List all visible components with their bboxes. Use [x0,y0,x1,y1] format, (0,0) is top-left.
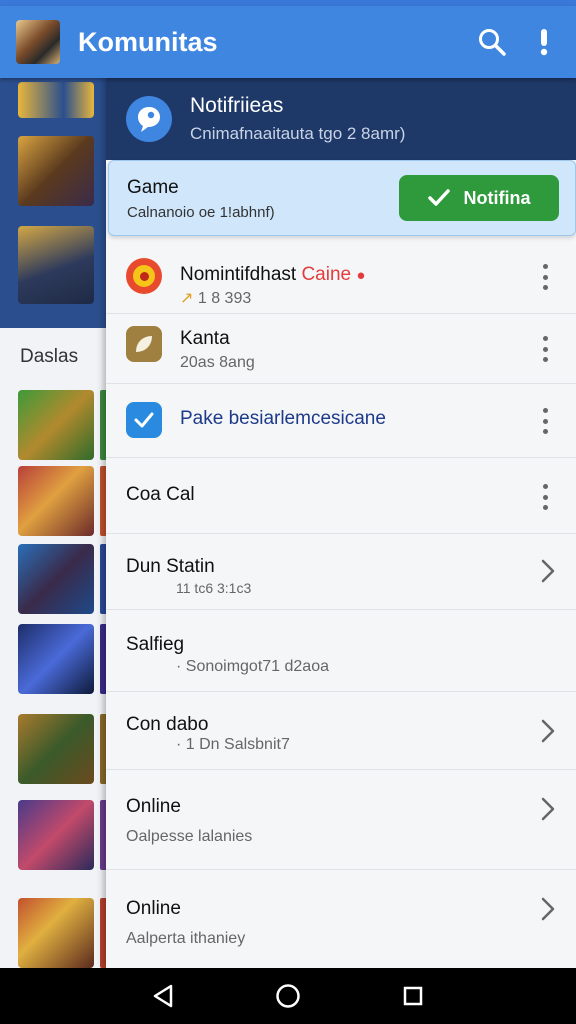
notification-list: Nomintifdhast Caine ● ↗ 1 8 393 Kanta 20… [106,238,576,968]
notification-drawer: Notifriieas Cnimafnaaitauta tgo 2 8amr) … [106,78,576,968]
drawer-subtitle: Cnimafnaaitauta tgo 2 8amr) [190,124,406,143]
app-title: Komunitas [78,26,218,57]
list-item-title: Pake besiarlemcesicane [180,408,386,429]
game-card-title: Game [127,177,179,198]
list-item-title: Online [126,898,181,919]
game-notification-card[interactable]: Game Calnanoio oe 1!abhnf) Notifina [108,160,576,236]
chat-bubble-icon [126,96,172,142]
game-thumbnail[interactable] [18,390,94,460]
chevron-right-icon[interactable] [540,896,556,922]
list-item[interactable]: Pake besiarlemcesicane [106,384,576,458]
chevron-right-icon[interactable] [540,796,556,822]
game-thumbnail[interactable] [18,466,94,536]
list-item[interactable]: Online Oalpesse lalanies [106,770,576,870]
list-item-subtitle: 20as 8ang [180,354,255,371]
drawer-header: Notifriieas Cnimafnaaitauta tgo 2 8amr) [106,78,576,160]
list-item[interactable]: Con dabo · 1 Dn Salsbnit7 [106,692,576,770]
list-item-subtitle: · Sonoimgot71 d2aoa [176,658,329,675]
search-icon [479,29,506,56]
home-circle-icon [276,984,300,1008]
target-icon [126,258,162,294]
leaf-icon [126,326,162,362]
list-item-meta: ↗ 1 8 393 [180,290,252,307]
list-item[interactable]: Nomintifdhast Caine ● ↗ 1 8 393 [106,238,576,314]
search-button[interactable] [466,16,518,68]
list-item-title: Coa Cal [126,484,195,505]
game-card-subtitle: Calnanoio oe 1!abhnf) [127,204,275,221]
pencil-icon: ↗ [180,290,194,307]
list-item-title-highlight: Caine [301,264,352,285]
recents-button[interactable] [393,976,433,1016]
check-icon [427,189,450,206]
game-thumbnail[interactable] [18,136,94,206]
chevron-right-icon[interactable] [540,558,556,584]
background-top [0,78,110,328]
list-item-title: Salfieg [126,634,185,655]
chevron-right-icon[interactable] [540,718,556,744]
list-item-title: Kanta [180,328,230,349]
more-options-button[interactable] [540,408,550,434]
section-label: Daslas [20,346,79,367]
list-item-subtitle: · 1 Dn Salsbnit7 [176,736,290,753]
system-nav-bar [0,968,576,1024]
list-item-title: Con dabo [126,714,209,735]
game-thumbnail[interactable] [18,714,94,784]
list-item[interactable]: Dun Statin 11 tc6 3:1c3 [106,534,576,610]
list-item-title: Online [126,796,181,817]
list-item[interactable]: Salfieg · Sonoimgot71 d2aoa [106,610,576,692]
list-item-subtitle: 11 tc6 3:1c3 [176,580,252,596]
drawer-title: Notifriieas [190,94,284,117]
back-triangle-icon [153,984,172,1008]
recents-square-icon [404,986,423,1006]
mic-icon: ● [356,267,366,284]
list-item-title: Nomintifdhast Caine ● [180,264,366,285]
more-options-button[interactable] [540,264,550,290]
notify-button-label: Notifina [463,187,531,208]
more-options-button[interactable] [540,336,550,362]
game-thumbnail[interactable] [18,624,94,694]
list-item-title: Dun Statin [126,556,215,577]
alert-button[interactable] [518,16,570,68]
list-item[interactable]: Kanta 20as 8ang [106,314,576,384]
app-bar: Komunitas [0,6,576,78]
more-options-button[interactable] [540,484,550,510]
app-avatar[interactable] [16,20,60,64]
list-item[interactable]: Online Aalperta ithaniey [106,870,576,968]
exclamation-icon [540,29,548,56]
home-button[interactable] [268,976,308,1016]
game-thumbnail[interactable] [18,800,94,870]
notify-button[interactable]: Notifina [399,175,559,221]
game-thumbnail[interactable] [18,544,94,614]
back-button[interactable] [143,976,183,1016]
background-game-list: Daslas [0,78,110,968]
list-item-subtitle: Aalperta ithaniey [126,930,246,947]
list-item[interactable]: Coa Cal [106,458,576,534]
game-thumbnail[interactable] [18,82,94,118]
game-thumbnail[interactable] [18,226,94,304]
game-thumbnail[interactable] [18,898,94,968]
list-item-subtitle: Oalpesse lalanies [126,828,253,845]
checkbox-icon [126,402,162,438]
